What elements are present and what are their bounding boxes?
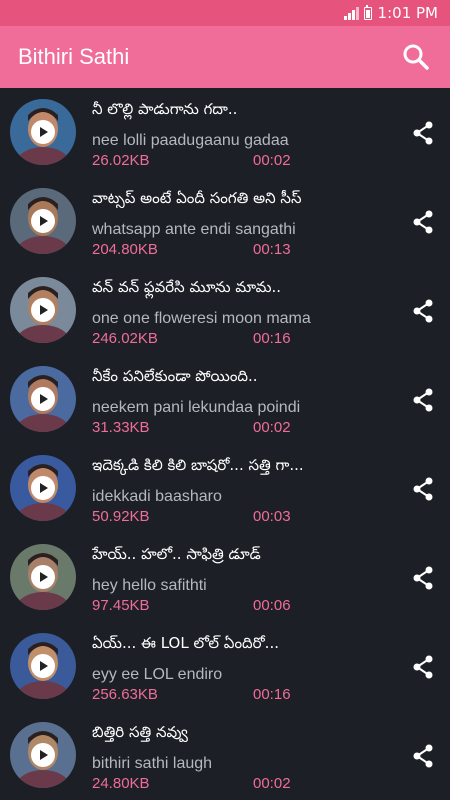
share-icon[interactable] bbox=[410, 298, 436, 324]
item-size: 204.80KB bbox=[92, 241, 158, 258]
list-item[interactable]: వాట్సప్ అంటే ఏందీ సంగతి అని సీస్ whatsap… bbox=[0, 177, 450, 266]
item-subtitle: neekem pani lekundaa poindi bbox=[92, 399, 301, 416]
item-duration: 00:06 bbox=[253, 597, 291, 614]
item-duration: 00:02 bbox=[253, 419, 291, 436]
status-bar: 1:01 PM bbox=[0, 0, 450, 26]
item-size: 31.33KB bbox=[92, 419, 150, 436]
item-title: నీ లొల్లి పాడుగాను గదా.. bbox=[92, 100, 238, 118]
share-icon[interactable] bbox=[410, 209, 436, 235]
share-icon[interactable] bbox=[410, 565, 436, 591]
status-time: 1:01 PM bbox=[377, 4, 438, 22]
item-title: హేయ్.. హలో.. సాఫిత్రి డూడ్ bbox=[92, 545, 261, 563]
avatar bbox=[10, 455, 76, 521]
play-icon[interactable] bbox=[31, 476, 55, 500]
item-size: 50.92KB bbox=[92, 508, 150, 525]
list-item[interactable]: నీ లొల్లి పాడుగాను గదా.. nee lolli paadu… bbox=[0, 88, 450, 177]
item-subtitle: whatsapp ante endi sangathi bbox=[92, 221, 296, 238]
play-icon[interactable] bbox=[31, 209, 55, 233]
item-duration: 00:02 bbox=[253, 152, 291, 169]
item-subtitle: hey hello safithti bbox=[92, 577, 207, 594]
list-item[interactable]: బిత్తిరి సత్తి నవ్వు bithiri sathi laugh… bbox=[0, 711, 450, 800]
avatar bbox=[10, 277, 76, 343]
play-icon[interactable] bbox=[31, 298, 55, 322]
item-subtitle: bithiri sathi laugh bbox=[92, 755, 213, 772]
app-bar: Bithiri Sathi bbox=[0, 26, 450, 88]
share-icon[interactable] bbox=[410, 743, 436, 769]
item-title: వన్ వన్ ఫ్లవరేసి మూను మామ.. bbox=[92, 278, 281, 296]
avatar bbox=[10, 722, 76, 788]
item-title: బిత్తిరి సత్తి నవ్వు bbox=[92, 723, 188, 741]
item-duration: 00:03 bbox=[253, 508, 291, 525]
play-icon[interactable] bbox=[31, 120, 55, 144]
item-subtitle: nee lolli paadugaanu gadaa bbox=[92, 132, 289, 149]
search-button[interactable] bbox=[400, 41, 432, 73]
share-icon[interactable] bbox=[410, 654, 436, 680]
play-icon[interactable] bbox=[31, 565, 55, 589]
play-icon[interactable] bbox=[31, 387, 55, 411]
list-item[interactable]: వన్ వన్ ఫ్లవరేసి మూను మామ.. one one flow… bbox=[0, 266, 450, 355]
share-icon[interactable] bbox=[410, 387, 436, 413]
item-title: వాట్సప్ అంటే ఏందీ సంగతి అని సీస్ bbox=[92, 189, 302, 207]
avatar bbox=[10, 633, 76, 699]
item-duration: 00:13 bbox=[253, 241, 291, 258]
list-item[interactable]: ఏయ్... ఈ LOL లోల్ ఏందిరో... eyy ee LOL e… bbox=[0, 622, 450, 711]
item-size: 256.63KB bbox=[92, 686, 158, 703]
play-icon[interactable] bbox=[31, 654, 55, 678]
signal-icon bbox=[343, 6, 359, 20]
item-title: ఇదెక్కడి కిలి కిలి బాషరో... సత్తి గా... bbox=[92, 456, 304, 474]
list-item[interactable]: ఇదెక్కడి కిలి కిలి బాషరో... సత్తి గా... … bbox=[0, 444, 450, 533]
app-title: Bithiri Sathi bbox=[18, 44, 130, 69]
avatar bbox=[10, 366, 76, 432]
sound-list: నీ లొల్లి పాడుగాను గదా.. nee lolli paadu… bbox=[0, 88, 450, 800]
item-duration: 00:16 bbox=[253, 686, 291, 703]
item-size: 24.80KB bbox=[92, 775, 150, 792]
item-subtitle: one one floweresi moon mama bbox=[92, 310, 311, 327]
item-subtitle: eyy ee LOL endiro bbox=[92, 666, 223, 683]
play-icon[interactable] bbox=[31, 743, 55, 767]
item-size: 26.02KB bbox=[92, 152, 150, 169]
item-size: 246.02KB bbox=[92, 330, 158, 347]
avatar bbox=[10, 188, 76, 254]
avatar bbox=[10, 99, 76, 165]
search-icon bbox=[403, 44, 429, 70]
item-duration: 00:16 bbox=[253, 330, 291, 347]
item-duration: 00:02 bbox=[253, 775, 291, 792]
share-icon[interactable] bbox=[410, 476, 436, 502]
list-item[interactable]: హేయ్.. హలో.. సాఫిత్రి డూడ్ hey hello saf… bbox=[0, 533, 450, 622]
item-title: ఏయ్... ఈ LOL లోల్ ఏందిరో... bbox=[92, 634, 279, 652]
item-size: 97.45KB bbox=[92, 597, 150, 614]
list-item[interactable]: నీకేం పనిలేకుండా పోయింది.. neekem pani l… bbox=[0, 355, 450, 444]
item-subtitle: idekkadi baasharo bbox=[92, 488, 222, 505]
avatar bbox=[10, 544, 76, 610]
share-icon[interactable] bbox=[410, 120, 436, 146]
item-title: నీకేం పనిలేకుండా పోయింది.. bbox=[92, 367, 258, 385]
battery-icon bbox=[363, 4, 372, 20]
